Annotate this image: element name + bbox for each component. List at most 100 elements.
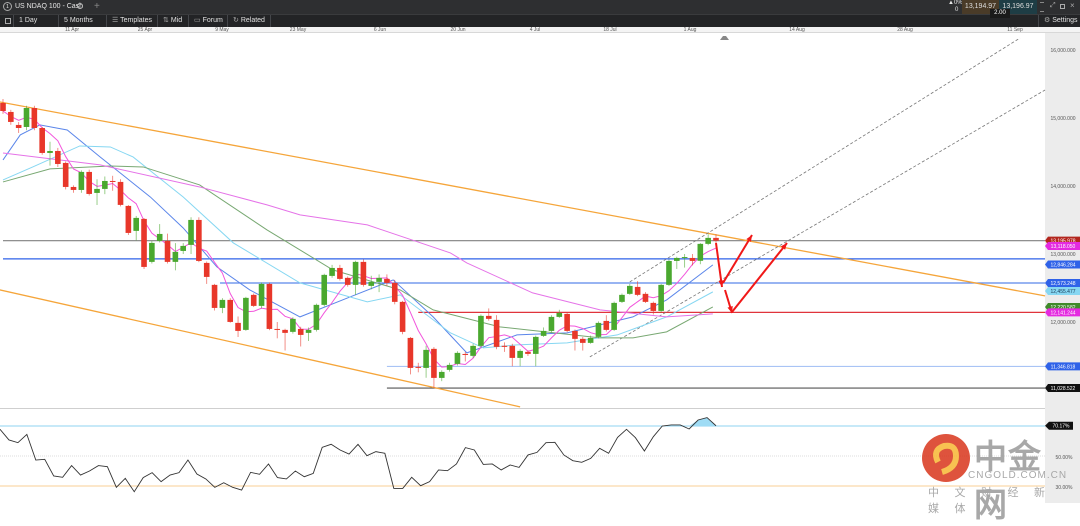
candle-body (321, 274, 328, 305)
candle-body (509, 345, 516, 358)
candle-body (337, 267, 343, 279)
current-date-marker-icon[interactable] (720, 36, 729, 40)
candle-body (203, 262, 210, 277)
candle-body (305, 329, 312, 333)
trend-channel-line (0, 289, 521, 408)
candle-body (681, 257, 688, 259)
candle-body (713, 237, 719, 241)
cngold-logo-icon (922, 434, 970, 482)
candle-body (329, 267, 335, 276)
price-label-text: 13,118.050 (1051, 244, 1076, 250)
price-tick: 13,000.000 (1050, 252, 1075, 258)
candle-body (650, 302, 657, 311)
candle-body (23, 108, 30, 127)
price-label-text: 12,455.477 (1050, 289, 1075, 295)
candle-body (235, 322, 241, 331)
candle-body (579, 338, 586, 343)
candle-body (243, 297, 249, 330)
candle-body (344, 277, 351, 285)
candle-body (376, 277, 382, 282)
candle-body (352, 261, 359, 285)
price-label-text: 12,846.284 (1050, 262, 1075, 268)
candle-body (227, 299, 234, 322)
candle-body (31, 108, 38, 128)
candle-body (196, 219, 202, 261)
candle-body (164, 240, 171, 262)
candle-body (611, 302, 617, 330)
candle-body (525, 351, 531, 354)
rsi-line (0, 417, 717, 493)
price-tick: 16,000.000 (1050, 48, 1075, 54)
candle-body (78, 171, 85, 190)
candle-body (470, 345, 476, 356)
price-chart[interactable]: 16,000.000 15,000.000 14,000.000 13,000.000… (0, 0, 1080, 503)
candle-body (619, 294, 625, 302)
price-label-text: 12,573.248 (1050, 281, 1075, 287)
candle-body (391, 282, 398, 302)
candle-body (587, 337, 594, 343)
spread-value: 2.00 (990, 9, 1010, 18)
watermark-tagline: 中 文 财 经 新 媒 体 (928, 486, 1051, 515)
candle-body (399, 301, 406, 332)
price-tick: 15,000.000 (1050, 116, 1075, 122)
candle-body (658, 284, 664, 311)
candle-body (180, 245, 187, 251)
candle-body (55, 150, 61, 164)
candle-body (384, 278, 390, 283)
candle-body (517, 350, 523, 358)
candle-body (86, 171, 92, 194)
candle-body (572, 330, 578, 339)
candle-body (313, 304, 320, 330)
candle-body (250, 294, 257, 306)
candle-body (642, 293, 649, 302)
candle-body (133, 217, 139, 231)
candle-body (102, 180, 108, 189)
candle-body (548, 316, 555, 331)
candle-body (172, 251, 179, 262)
candle-body (446, 364, 453, 370)
candle-body (705, 237, 711, 244)
candle-body (156, 233, 163, 241)
candle-body (697, 243, 704, 261)
candle-body (149, 242, 155, 262)
candle-body (109, 180, 116, 182)
candle-body (297, 328, 304, 335)
dashed-channel-line (629, 37, 1021, 283)
cngold-watermark: 中金网 CNGOLD.COM.CN 中 文 财 经 新 媒 体 (920, 432, 1070, 524)
candle-body (360, 261, 367, 285)
price-tick: 14,000.000 (1050, 184, 1075, 190)
candle-body (368, 281, 375, 286)
candle-body (282, 329, 288, 333)
candle-body (39, 127, 45, 153)
candle-body (15, 124, 22, 128)
candle-body (540, 330, 547, 336)
candle-body (117, 181, 124, 205)
moving-average-line (2, 152, 713, 318)
candle-body (666, 260, 672, 285)
candle-body (188, 219, 194, 245)
candle-body (258, 283, 265, 306)
candle-body (532, 336, 539, 354)
candle-body (274, 328, 281, 330)
candle-body (219, 299, 226, 308)
candle-body (462, 353, 469, 355)
candle-body (8, 111, 14, 122)
candle-body (407, 337, 414, 368)
candle-body (689, 257, 696, 261)
candle-body (485, 315, 492, 319)
candle-body (125, 205, 132, 233)
candle-body (564, 313, 570, 331)
candle-body (634, 286, 641, 295)
candle-body (556, 312, 563, 317)
rsi-value-text: 70.17% (1053, 424, 1071, 430)
candle-body (493, 319, 500, 347)
candle-body (501, 345, 508, 347)
candle-body (627, 285, 633, 294)
candle-body (603, 320, 610, 330)
candle-body (62, 162, 69, 187)
candle-body (141, 218, 147, 267)
candle-body (415, 366, 422, 368)
projection-arrow (715, 242, 723, 288)
candle-body (290, 318, 296, 332)
candle-body (266, 283, 273, 329)
